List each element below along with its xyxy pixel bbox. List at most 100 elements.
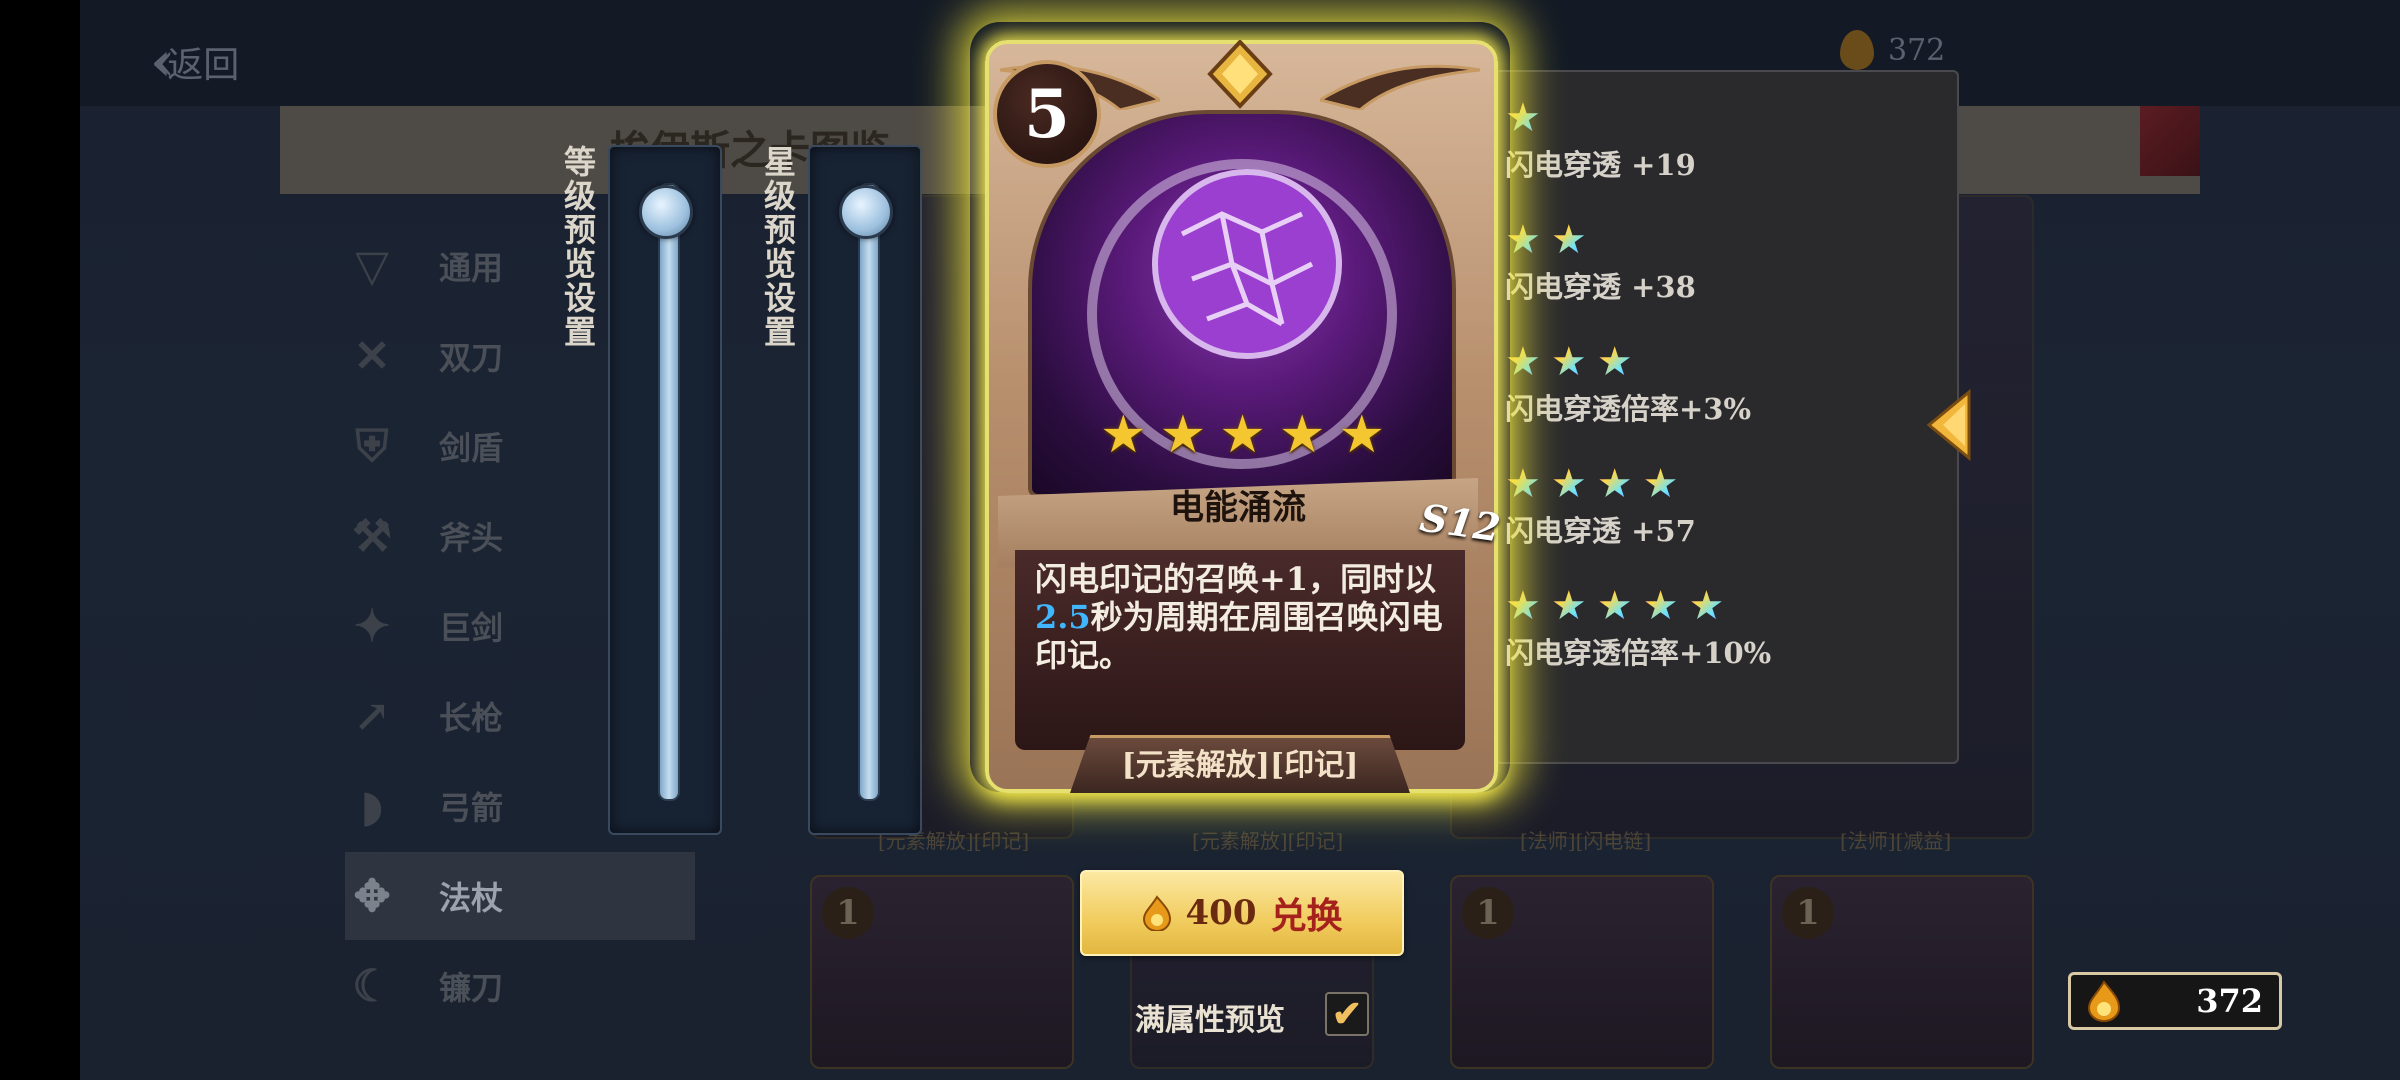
category-label: 巨剑: [439, 609, 504, 647]
card-level-badge: 5: [993, 60, 1101, 168]
rainbow-star-icon: ★: [1688, 583, 1725, 629]
category-label: 弓箭: [439, 789, 504, 827]
star-preview-slider[interactable]: [808, 145, 922, 835]
exchange-button[interactable]: 400 兑换: [1080, 870, 1404, 956]
checkmark-icon: ✔: [1331, 993, 1363, 1035]
grid-card-tag: [元素解放][印记]: [1192, 829, 1344, 853]
star-tier: ★ ★ ★ ★ 闪电穿透 +57: [1505, 464, 1696, 550]
soul-flame-icon: [2087, 980, 2121, 1022]
category-label: 斧头: [439, 519, 504, 557]
double-chevron-left-icon: ‹‹: [150, 30, 176, 93]
greatsword-icon: ✦: [353, 600, 391, 652]
tier-bonus-text: 闪电穿透 +57: [1505, 514, 1696, 548]
rainbow-star-icon: ★: [1505, 583, 1541, 629]
rainbow-star-icon: ★: [1505, 339, 1541, 385]
bow-icon: ◗: [360, 780, 384, 832]
tier-stars: ★ ★ ★ ★ ★: [1505, 586, 1771, 626]
star-icon: ★: [1159, 405, 1207, 465]
category-label: 双刀: [439, 339, 504, 377]
axe-icon: ⚒: [352, 510, 392, 562]
grid-card[interactable]: 1: [810, 875, 1074, 1069]
tier-bonus-text: 闪电穿透倍率+10%: [1505, 636, 1772, 670]
rainbow-star-icon: ★: [1550, 339, 1587, 385]
grid-card-tag: [法师][减益]: [1840, 829, 1952, 853]
tier-stars: ★ ★: [1505, 220, 1696, 260]
tier-stars: ★ ★ ★ ★: [1505, 464, 1696, 504]
rainbow-star-icon: ★: [1642, 461, 1679, 507]
card-description-text: 闪电印记的召唤+1，同时以: [1035, 560, 1437, 598]
category-item[interactable]: ☾ 镰刀: [345, 942, 695, 1030]
category-label: 镰刀: [439, 969, 504, 1007]
left-black-strip: [0, 0, 80, 1080]
spear-icon: ↗: [353, 690, 391, 742]
category-label: 通用: [439, 249, 504, 287]
currency-display: 372: [2068, 972, 2282, 1030]
rainbow-star-icon: ★: [1505, 217, 1541, 263]
tier-stars: ★ ★ ★: [1505, 342, 1751, 382]
star-tier: ★ 闪电穿透 +19: [1505, 98, 1696, 184]
card-description: 闪电印记的召唤+1，同时以2.5秒为周期在周围召唤闪电印记。: [1035, 560, 1445, 674]
star-icon: ★: [1219, 405, 1266, 465]
top-currency: 372: [1840, 30, 1945, 70]
soul-flame-icon: [1840, 30, 1874, 70]
rainbow-star-icon: ★: [1596, 339, 1633, 385]
card-name: 电能涌流: [1170, 488, 1306, 528]
back-label: 返回: [167, 44, 240, 86]
dual-blades-icon: ✕: [353, 330, 391, 382]
scythe-icon: ☾: [352, 960, 392, 1012]
level-preview-slider[interactable]: [608, 145, 722, 835]
star-icon: ★: [1100, 405, 1147, 465]
grid-card-level: 1: [1782, 887, 1834, 939]
category-label: 剑盾: [439, 429, 504, 467]
grid-card-tag: [法师][闪电链]: [1520, 829, 1652, 853]
red-corner-tab: [2140, 106, 2200, 176]
card-star-rating: ★ ★ ★ ★ ★: [1100, 405, 1385, 465]
star-tier: ★ ★ 闪电穿透 +38: [1505, 220, 1696, 306]
level-slider-track[interactable]: [658, 183, 680, 801]
staff-icon: ✥: [353, 870, 391, 922]
rainbow-star-icon: ★: [1505, 461, 1541, 507]
rainbow-star-icon: ★: [1550, 583, 1587, 629]
category-label: 长枪: [439, 699, 504, 737]
full-attribute-preview-label: 满属性预览: [1135, 1003, 1285, 1038]
card-description-text: 秒为周期在周围召唤闪电印记。: [1035, 598, 1443, 674]
grid-card[interactable]: 1: [1770, 875, 2034, 1069]
grid-card-level: 1: [822, 887, 874, 939]
rainbow-star-icon: ★: [1642, 583, 1679, 629]
level-preview-label: 等级预览设置: [559, 145, 597, 349]
tier-stars: ★: [1505, 98, 1696, 138]
rainbow-star-icon: ★: [1550, 461, 1587, 507]
star-tier: ★ ★ ★ 闪电穿透倍率+3%: [1505, 342, 1751, 428]
rainbow-star-icon: ★: [1596, 461, 1633, 507]
exchange-label: 兑换: [1270, 895, 1343, 937]
star-tier: ★ ★ ★ ★ ★ 闪电穿透倍率+10%: [1505, 586, 1771, 672]
card-description-highlight: 2.5: [1035, 598, 1091, 636]
soul-flame-icon: [1142, 895, 1171, 931]
back-button[interactable]: ‹‹ 返回: [150, 30, 239, 93]
collapse-arrow-icon[interactable]: [1925, 388, 1973, 462]
category-label: 法杖: [439, 879, 504, 917]
tier-bonus-text: 闪电穿透倍率+3%: [1505, 392, 1752, 426]
level-slider-knob[interactable]: [639, 185, 693, 239]
top-currency-value: 372: [1888, 32, 1946, 68]
universal-icon: ▽: [355, 240, 389, 292]
star-preview-label: 星级预览设置: [759, 145, 797, 349]
star-icon: ★: [1338, 405, 1386, 465]
star-slider-knob[interactable]: [839, 185, 893, 239]
rainbow-star-icon: ★: [1550, 217, 1587, 263]
rainbow-star-icon: ★: [1505, 95, 1541, 141]
category-item[interactable]: ✥ 法杖: [345, 852, 695, 940]
star-slider-track[interactable]: [858, 183, 880, 801]
currency-value: 372: [2196, 982, 2263, 1020]
card-crest-gem-icon: [1207, 40, 1273, 109]
card-tag: [元素解放][印记]: [1121, 748, 1359, 783]
star-icon: ★: [1278, 405, 1326, 465]
tier-bonus-text: 闪电穿透 +38: [1505, 270, 1696, 304]
grid-card-level: 1: [1462, 887, 1514, 939]
card-wing-ornament-icon: [1320, 64, 1480, 110]
grid-card[interactable]: 1: [1450, 875, 1714, 1069]
full-attribute-preview-checkbox[interactable]: ✔: [1325, 992, 1369, 1036]
rainbow-star-icon: ★: [1596, 583, 1633, 629]
tier-bonus-text: 闪电穿透 +19: [1505, 148, 1696, 182]
exchange-price: 400: [1185, 893, 1257, 933]
